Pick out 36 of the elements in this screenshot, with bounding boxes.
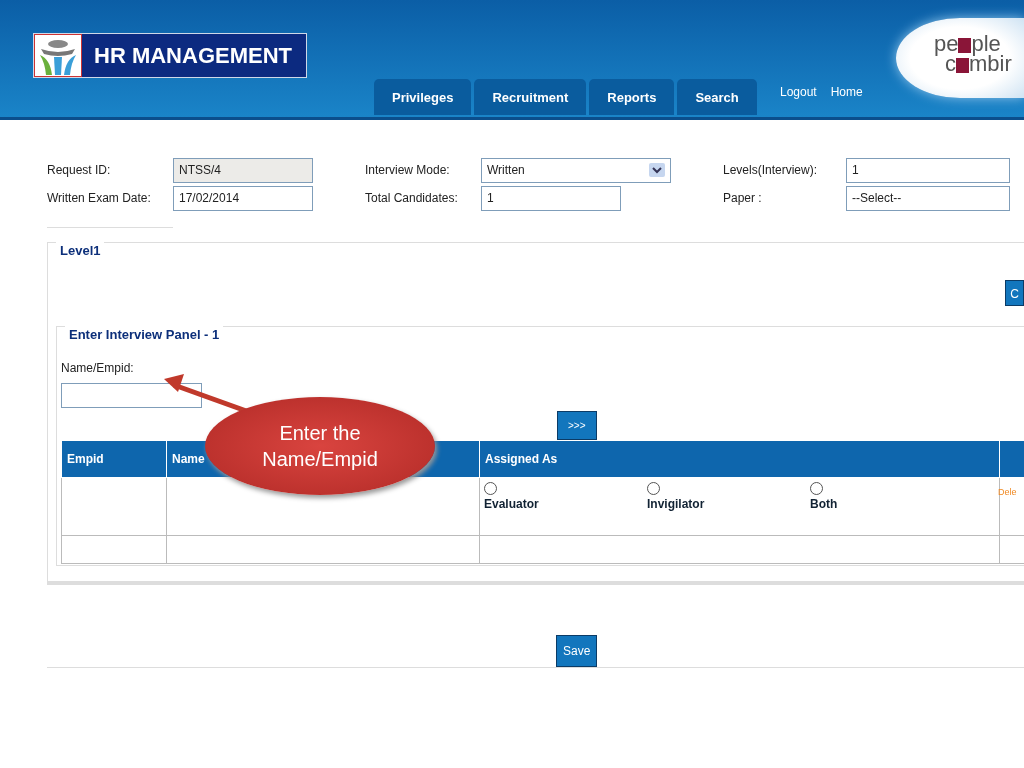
radio-button[interactable] bbox=[810, 482, 823, 495]
nav-tab[interactable]: Reports bbox=[589, 79, 675, 115]
brand-logo: pe ple c mbir bbox=[896, 18, 1024, 98]
input-field[interactable]: 1 bbox=[846, 157, 1010, 183]
radio-button[interactable] bbox=[647, 482, 660, 495]
app-title: HR MANAGEMENT bbox=[82, 34, 306, 77]
action-button[interactable]: C bbox=[1005, 280, 1024, 306]
radio-button[interactable] bbox=[484, 482, 497, 495]
field-label: Paper : bbox=[723, 190, 763, 207]
input-field[interactable]: 17/02/2014 bbox=[173, 185, 313, 211]
header-link[interactable]: Home bbox=[830, 83, 863, 101]
nav-tab[interactable]: Search bbox=[677, 79, 757, 115]
column-header: Empid bbox=[61, 440, 167, 478]
field-label: Written Exam Date: bbox=[47, 190, 152, 207]
column-header: Assigned As bbox=[479, 440, 1000, 478]
nav-tab[interactable]: Recruitment bbox=[474, 79, 587, 115]
dropdown-icon bbox=[649, 163, 665, 177]
option-label: Evaluator bbox=[484, 496, 540, 513]
input-field[interactable]: NTSS/4 bbox=[173, 157, 313, 183]
callout: Enter the Name/Empid bbox=[205, 397, 435, 495]
field-label: Name/Empid: bbox=[61, 360, 135, 377]
field-label: Total Candidates: bbox=[365, 190, 459, 207]
option-label: Invigilator bbox=[647, 496, 706, 513]
header-link[interactable]: Logout bbox=[780, 83, 817, 101]
logo-icon bbox=[34, 34, 82, 77]
add-button[interactable]: >>> bbox=[557, 411, 597, 440]
field-label: Levels(Interview): bbox=[723, 162, 819, 179]
field-label: Request ID: bbox=[47, 162, 112, 179]
dropdown[interactable]: Written bbox=[481, 157, 671, 183]
option-label: Both bbox=[810, 496, 839, 513]
input-field[interactable]: 1 bbox=[481, 185, 621, 211]
nav-tab[interactable]: Privileges bbox=[374, 79, 472, 115]
input-field[interactable]: --Select-- bbox=[846, 185, 1010, 211]
input-field[interactable] bbox=[61, 383, 202, 408]
save-button[interactable]: Save bbox=[556, 635, 598, 667]
field-label: Interview Mode: bbox=[365, 162, 451, 179]
